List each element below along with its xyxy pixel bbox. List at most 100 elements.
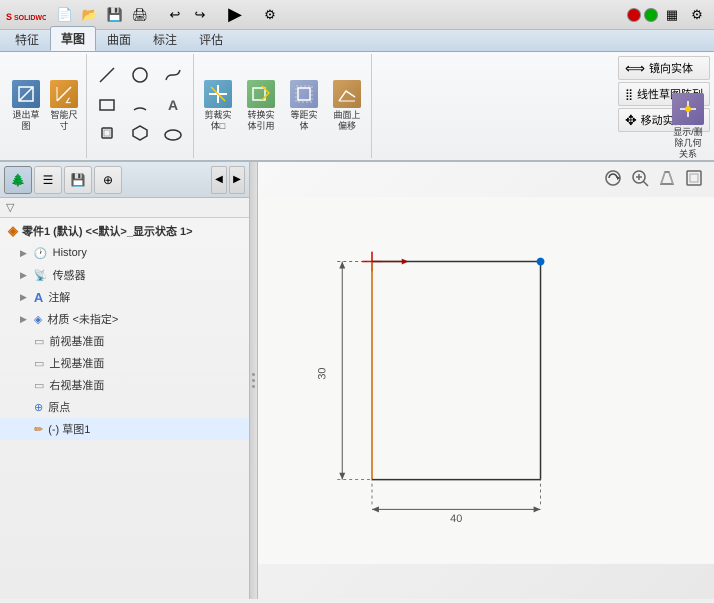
print-button[interactable]: 🖨: [129, 4, 151, 26]
status-green: [644, 8, 658, 22]
text-button[interactable]: A: [157, 92, 189, 118]
mirror-button[interactable]: ⟺ 镜向实体: [618, 56, 710, 80]
rect-button[interactable]: [91, 92, 123, 118]
smart-dim-label: 智能尺寸: [50, 110, 77, 132]
arrow-icon-4: ▶: [20, 314, 27, 325]
origin-icon: ⊕: [34, 401, 43, 414]
rect-icon: [98, 95, 116, 115]
horizontal-dim-text: 40: [450, 513, 462, 525]
exit-sketch-button[interactable]: 退出草图: [8, 76, 44, 136]
line-button[interactable]: [91, 63, 123, 89]
config-button[interactable]: 💾: [64, 166, 92, 194]
show-hide-relations-button[interactable]: 显示/删除几何关系: [666, 90, 710, 162]
lines-grid: A: [91, 63, 189, 149]
tree-root-item[interactable]: ◈ 零件1 (默认) <<默认>_显示状态 1>: [0, 220, 249, 242]
history-icon: 🕐: [34, 247, 48, 260]
tree-item-history-label: History: [53, 247, 87, 259]
plane-icon-2: ▭: [34, 357, 44, 370]
ops-content: 剪裁实体□ 转换实体引用 等距实体 曲面上偏移: [198, 56, 367, 156]
ellipse-icon: [164, 124, 182, 144]
move-entity-icon: ✥: [625, 112, 637, 129]
tree-item-front-plane[interactable]: ▭ 前视基准面: [0, 330, 249, 352]
tree-item-sketch1[interactable]: ✏ (-) 草图1: [0, 418, 249, 440]
convert-label: 转换实体引用: [247, 110, 274, 132]
target-button[interactable]: ⊕: [94, 166, 122, 194]
convert-button[interactable]: 转换实体引用: [241, 76, 281, 136]
panel-resize-handle[interactable]: [250, 162, 258, 599]
trim-label: 剪裁实体□: [204, 110, 231, 132]
redo-button[interactable]: ↪: [189, 4, 211, 26]
app-logo: S SOLIDWORKS: [6, 5, 46, 25]
arrow-icon-2: ▶: [20, 270, 27, 281]
tree-item-right-label: 右视基准面: [49, 377, 104, 393]
exit-content: 退出草图 ∠ 智能尺寸: [8, 56, 82, 156]
tree-root-icon: ◈: [8, 223, 18, 239]
vertical-dim-text: 30: [316, 367, 328, 379]
material-icon: ◈: [34, 313, 42, 326]
tab-features[interactable]: 特征: [4, 27, 50, 51]
feature-tree-button[interactable]: 🌲: [4, 166, 32, 194]
new-button[interactable]: 📄: [54, 4, 76, 26]
circle-icon: [131, 66, 149, 86]
handle-dots: [252, 373, 255, 388]
tree-item-right-plane[interactable]: ▭ 右视基准面: [0, 374, 249, 396]
save-button[interactable]: 💾: [104, 4, 126, 26]
spline-icon: [164, 66, 182, 86]
text-icon: A: [168, 98, 178, 112]
svg-text:S: S: [6, 12, 12, 22]
tree-item-history[interactable]: ▶ 🕐 History: [0, 242, 249, 264]
ribbon-section-exit: 退出草图 ∠ 智能尺寸: [4, 54, 87, 158]
relations-label: 显示/删除几何关系: [673, 127, 703, 159]
circle-button[interactable]: [124, 63, 156, 89]
trim-icon: [204, 80, 232, 108]
relations-icon: [672, 93, 704, 125]
svg-text:∠: ∠: [65, 97, 71, 105]
sensor-icon: 📡: [34, 269, 48, 282]
hexagon-icon: [131, 124, 149, 144]
trim-button[interactable]: 剪裁实体□: [198, 76, 238, 136]
hexagon-button[interactable]: [124, 121, 156, 147]
polygon-button[interactable]: [91, 121, 123, 147]
filter-bar: ▽: [0, 198, 249, 218]
collapse-left-button[interactable]: ◀: [211, 166, 227, 194]
convert-icon: [247, 80, 275, 108]
tab-evaluate[interactable]: 评估: [188, 27, 234, 51]
tab-surface[interactable]: 曲面: [96, 27, 142, 51]
surface-sketch-icon: [333, 80, 361, 108]
smart-dimension-button[interactable]: ∠ 智能尺寸: [46, 76, 82, 136]
drawing-canvas-area: 30 40: [258, 162, 714, 599]
spline-button[interactable]: [157, 63, 189, 89]
rebuild-button[interactable]: ▶: [224, 4, 246, 26]
view-options[interactable]: ▦: [661, 4, 683, 26]
undo-button[interactable]: ↩: [164, 4, 186, 26]
ellipse-button[interactable]: [157, 121, 189, 147]
surface-sketch-button[interactable]: 曲面上偏移: [327, 76, 367, 136]
tree-item-sketch1-label: (-) 草图1: [48, 421, 90, 437]
offset-button[interactable]: 等距实体: [284, 76, 324, 136]
tree-item-annotations[interactable]: ▶ A 注解: [0, 286, 249, 308]
tree-item-origin[interactable]: ⊕ 原点: [0, 396, 249, 418]
plane-icon-1: ▭: [34, 335, 44, 348]
tab-sketch[interactable]: 草图: [50, 26, 96, 51]
tree-item-sensors[interactable]: ▶ 📡 传感器: [0, 264, 249, 286]
properties-button[interactable]: ☰: [34, 166, 62, 194]
settings-icon[interactable]: ⚙: [686, 4, 708, 26]
title-bar: S SOLIDWORKS 📄 📂 💾 🖨 ↩ ↪ ▶ ⚙ ▦ ⚙: [0, 0, 714, 30]
ribbon: 退出草图 ∠ 智能尺寸: [0, 52, 714, 162]
open-button[interactable]: 📂: [79, 4, 101, 26]
exit-sketch-label: 退出草图: [12, 110, 39, 132]
sketch-drawing: 30 40: [258, 162, 714, 599]
tree-item-material[interactable]: ▶ ◈ 材质 <未指定>: [0, 308, 249, 330]
tab-markup[interactable]: 标注: [142, 27, 188, 51]
panel-toolbar: 🌲 ☰ 💾 ⊕ ◀ ▶: [0, 162, 249, 198]
status-red: [627, 8, 641, 22]
mirror-icon: ⟺: [625, 60, 645, 77]
filter-icon: ▽: [6, 201, 14, 214]
tree-item-top-plane[interactable]: ▭ 上视基准面: [0, 352, 249, 374]
lines-content: A: [91, 56, 189, 156]
collapse-right-button[interactable]: ▶: [229, 166, 245, 194]
arc-button[interactable]: [124, 92, 156, 118]
options-button[interactable]: ⚙: [259, 4, 281, 26]
offset-label: 等距实体: [290, 110, 317, 132]
line-icon: [98, 66, 116, 86]
